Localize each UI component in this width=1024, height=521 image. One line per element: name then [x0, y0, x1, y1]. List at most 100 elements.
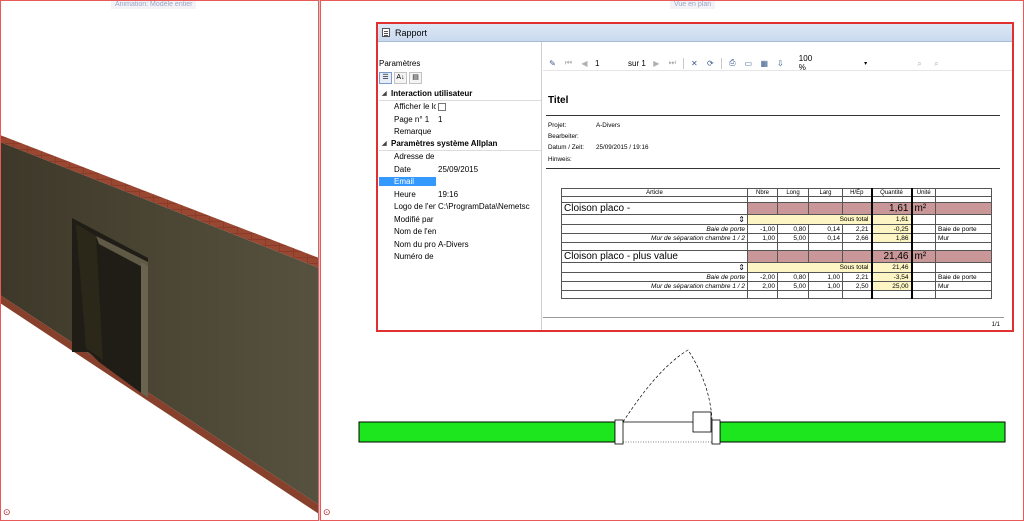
property-name: Heure: [394, 189, 416, 199]
blank-cell: [747, 290, 778, 299]
group-fill-cell: [747, 250, 778, 263]
column-header: Article: [561, 188, 748, 197]
previous-page-icon[interactable]: ◀: [579, 58, 590, 69]
column-header-extra: [935, 188, 992, 197]
sort-alpha-icon[interactable]: A↓: [394, 72, 407, 84]
property-pages-icon[interactable]: ▤: [409, 72, 422, 84]
long-cell: 0,80: [777, 224, 809, 234]
expand-stepper-icon[interactable]: ⇕: [561, 262, 748, 273]
group-name: Cloison placo -: [561, 202, 748, 215]
report-titlebar[interactable]: Rapport: [378, 24, 1012, 42]
property-row[interactable]: Remarque: [379, 126, 541, 139]
property-row[interactable]: Email: [379, 176, 541, 189]
collapse-triangle-icon[interactable]: ◢: [382, 90, 391, 97]
property-row[interactable]: Numéro de télé: [379, 251, 541, 264]
property-name: Numéro de télé: [394, 252, 436, 262]
report-meta-note: Hinweis:: [548, 156, 572, 163]
table-blank-row: [561, 242, 992, 251]
report-bottom-rule: [543, 317, 1004, 318]
collapse-triangle-icon[interactable]: ◢: [382, 140, 391, 147]
viewport-plan-nav-icon[interactable]: ⊙: [323, 507, 333, 517]
edit-report-icon[interactable]: ✎: [547, 58, 558, 69]
long-cell: 0,80: [777, 272, 809, 282]
larg-cell: 1,00: [808, 281, 843, 291]
property-row[interactable]: Afficher le logo: [379, 101, 541, 114]
property-name: Page n° 1: [394, 114, 430, 124]
find-icon[interactable]: ⌕: [914, 58, 925, 69]
next-page-icon[interactable]: ▶: [651, 58, 662, 69]
last-page-icon[interactable]: ⏭: [667, 58, 678, 69]
blank-cell: [911, 290, 936, 299]
table-blank-row: [561, 290, 992, 299]
property-row[interactable]: Date 25/09/2015: [379, 163, 541, 176]
wall-face: [0, 142, 319, 505]
report-meta-author: Bearbeiter:: [548, 133, 579, 140]
group-fill-cell: [935, 202, 992, 215]
property-value[interactable]: 1: [436, 115, 541, 124]
property-row[interactable]: Nom de l'entrep: [379, 226, 541, 239]
viewport-3d-nav-icon[interactable]: ⊙: [3, 507, 13, 517]
property-row[interactable]: Nom du projetA-Divers: [379, 238, 541, 251]
property-value[interactable]: [436, 102, 541, 112]
find-next-icon[interactable]: ⌕: [931, 58, 942, 69]
note-cell: Baie de porte: [935, 224, 992, 234]
unit-cell: [911, 233, 936, 243]
door-jamb: [141, 262, 148, 398]
categorized-view-icon[interactable]: ☰: [379, 72, 392, 84]
print-icon[interactable]: ⎙: [727, 58, 738, 69]
blank-cell: [870, 290, 913, 299]
property-row[interactable]: Modifié par: [379, 213, 541, 226]
larg-cell: 1,00: [808, 272, 843, 282]
column-header: Long: [777, 188, 809, 197]
property-row[interactable]: Heure 19:16: [379, 188, 541, 201]
nbre-cell: -2,00: [747, 272, 778, 282]
property-name: Logo de l'entre: [394, 202, 436, 212]
export-icon[interactable]: ⇩: [775, 58, 786, 69]
height-cell: 2,66: [842, 233, 872, 243]
unit-cell: [911, 224, 936, 234]
group-fill-cell: [808, 202, 843, 215]
viewport-3d[interactable]: Animation: Modèle entier ⊙: [0, 0, 319, 521]
print-layout-icon[interactable]: ▭: [743, 58, 754, 69]
subtotal-value: 21,46: [870, 262, 913, 273]
property-value[interactable]: 19:16: [436, 190, 541, 199]
property-row[interactable]: Logo de l'entreC:\ProgramData\Nemetsc: [379, 201, 541, 214]
article-cell: Mur de séparation chambre 1 / 2: [561, 233, 748, 243]
refresh-icon[interactable]: ⟳: [705, 58, 716, 69]
table-row: Mur de séparation chambre 1 / 2 1,00 5,00 0…: [561, 233, 992, 243]
stop-icon[interactable]: ✕: [689, 58, 700, 69]
group-name: Cloison placo - plus value: [561, 250, 748, 263]
property-row[interactable]: Adresse de l'en: [379, 151, 541, 164]
property-name: Remarque: [394, 127, 432, 137]
table-row: Baie de porte -1,00 0,80 0,14 2,21 -0,25 Baie …: [561, 224, 992, 234]
property-value[interactable]: A-Divers: [436, 240, 541, 249]
expand-stepper-icon[interactable]: ⇕: [561, 214, 748, 225]
first-page-icon[interactable]: ⏮: [563, 58, 574, 69]
logo-checkbox[interactable]: [438, 103, 446, 112]
property-value[interactable]: C:\ProgramData\Nemetsc: [436, 202, 541, 211]
page-current-input[interactable]: 1: [595, 59, 617, 68]
group-unit: m²: [911, 250, 936, 263]
plan-door-leaf: [692, 411, 712, 433]
property-row[interactable]: Page n° 1 1: [379, 113, 541, 126]
blank-cell: [777, 242, 809, 251]
property-category[interactable]: ◢ Interaction utilisateur: [379, 88, 541, 101]
plan-wall-right: [719, 421, 1006, 443]
report-meta-datetime: Datum / Zeit: 25/09/2015 / 19:16: [548, 144, 649, 151]
zoom-select[interactable]: 100 % ▾: [797, 54, 867, 72]
group-fill-cell: [777, 202, 809, 215]
blank-cell: [777, 290, 809, 299]
note-cell: Mur: [935, 233, 992, 243]
report-page: Titel Projet: A-Divers Bearbeiter: Datum…: [543, 72, 1012, 330]
property-category[interactable]: ◢ Paramètres système Allplan: [379, 138, 541, 151]
page-setup-icon[interactable]: ▦: [759, 58, 770, 69]
property-category-label: Interaction utilisateur: [391, 89, 473, 99]
report-window[interactable]: Rapport Paramètres ☰ A↓ ▤ ◢ Interaction u…: [376, 22, 1014, 332]
property-grid[interactable]: ◢Interaction utilisateurAfficher le logo…: [379, 88, 541, 263]
table-row: Baie de porte -2,00 0,80 1,00 2,21 -3,54 Baie …: [561, 272, 992, 282]
toolbar-separator: [682, 57, 684, 69]
meta-value: 25/09/2015 / 19:16: [596, 144, 649, 151]
height-cell: 2,50: [842, 281, 872, 291]
column-header: Quantité: [870, 188, 913, 197]
property-value[interactable]: 25/09/2015: [436, 165, 541, 174]
